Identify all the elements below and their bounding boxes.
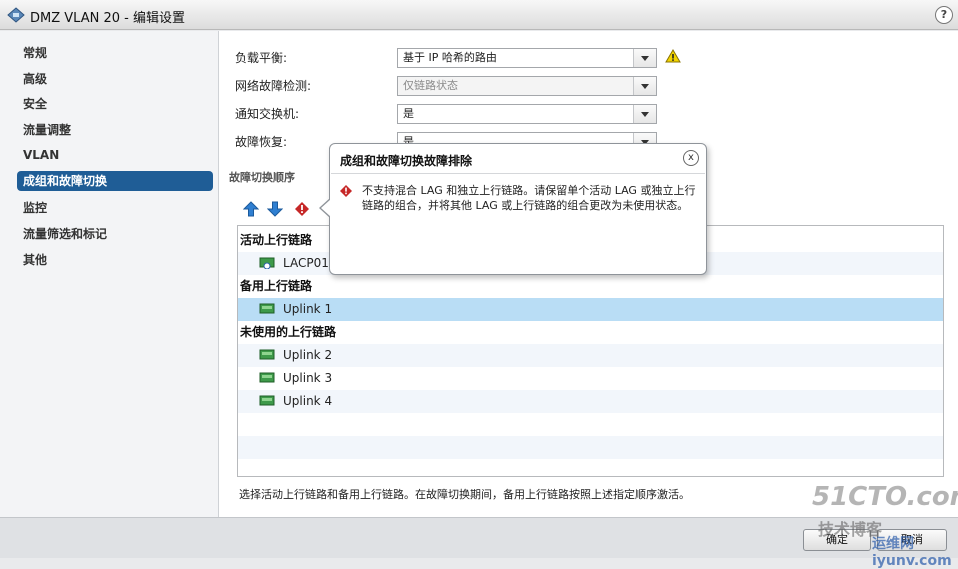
uplink-label: Uplink 2 (283, 348, 333, 362)
watermark-iyunv: 运维网 iyunv.com (872, 536, 952, 569)
notify-switches-select[interactable]: 是 (397, 104, 657, 124)
uplink-label: LACP01 (283, 256, 329, 270)
nav-item-teaming-failover[interactable]: 成组和故障切换 (17, 171, 213, 191)
settings-nav: 常规 高级 安全 流量调整 VLAN 成组和故障切换 监控 流量筛选和标记 其他 (0, 31, 219, 517)
network-adapter-icon (259, 349, 275, 360)
list-item-uplink-3[interactable]: Uplink 3 (238, 367, 943, 390)
group-standby-uplinks: 备用上行链路 (240, 279, 313, 293)
list-item-uplink-1[interactable]: Uplink 1 (238, 298, 943, 321)
popup-divider (331, 173, 705, 174)
uplink-label: Uplink 3 (283, 371, 333, 385)
move-up-icon[interactable] (243, 201, 259, 217)
close-icon[interactable]: x (683, 150, 699, 166)
nav-item-general[interactable]: 常规 (17, 43, 213, 63)
watermark-51cto: 51CTO.com (812, 482, 958, 512)
failover-help-text: 选择活动上行链路和备用上行链路。在故障切换期间，备用上行链路按照上述指定顺序激活… (239, 488, 690, 501)
list-item-uplink-2[interactable]: Uplink 2 (238, 344, 943, 367)
title-bar: DMZ VLAN 20 - 编辑设置 ? (0, 0, 958, 30)
nav-item-traffic-shaping[interactable]: 流量调整 (17, 120, 213, 140)
network-adapter-icon (259, 395, 275, 406)
uplink-label: Uplink 1 (283, 302, 333, 316)
failover-order-title: 故障切换顺序 (229, 171, 295, 184)
load-balancing-label: 负载平衡: (235, 51, 288, 65)
group-active-uplinks: 活动上行链路 (240, 233, 313, 247)
failback-label: 故障恢复: (235, 135, 288, 149)
popup-message: 不支持混合 LAG 和独立上行链路。请保留单个活动 LAG 或独立上行链路的组合… (362, 184, 696, 212)
popup-title: 成组和故障切换故障排除 (340, 154, 473, 168)
load-balancing-value: 基于 IP 哈希的路由 (403, 51, 497, 64)
empty-row (238, 413, 943, 436)
group-unused-uplinks: 未使用的上行链路 (240, 325, 337, 339)
empty-row (238, 436, 943, 459)
dialog-button-bar: 确定 取消 (0, 517, 958, 558)
chevron-down-icon (633, 105, 656, 123)
chevron-down-icon (633, 77, 656, 95)
popup-pointer-fill (321, 199, 331, 217)
nav-item-vlan[interactable]: VLAN (17, 145, 213, 165)
network-adapter-icon (259, 303, 275, 314)
failure-detection-label: 网络故障检测: (235, 79, 312, 93)
failure-detection-select[interactable]: 仅链路状态 (397, 76, 657, 96)
window-title: DMZ VLAN 20 - 编辑设置 (30, 11, 185, 26)
error-icon[interactable] (294, 201, 310, 217)
failure-detection-value: 仅链路状态 (403, 79, 458, 92)
load-balancing-select[interactable]: 基于 IP 哈希的路由 (397, 48, 657, 68)
lag-icon (259, 257, 275, 269)
warning-icon[interactable] (665, 49, 681, 63)
error-icon (340, 185, 352, 197)
help-button[interactable]: ? (935, 6, 953, 24)
move-down-icon[interactable] (267, 201, 283, 217)
nav-item-advanced[interactable]: 高级 (17, 69, 213, 89)
notify-switches-label: 通知交换机: (235, 107, 300, 121)
nav-item-security[interactable]: 安全 (17, 94, 213, 114)
list-item-uplink-4[interactable]: Uplink 4 (238, 390, 943, 413)
network-adapter-icon (259, 372, 275, 383)
chevron-down-icon (633, 49, 656, 67)
nav-item-traffic-filtering[interactable]: 流量筛选和标记 (17, 224, 213, 244)
uplink-label: Uplink 4 (283, 394, 333, 408)
troubleshooting-popup: 成组和故障切换故障排除 x 不支持混合 LAG 和独立上行链路。请保留单个活动 … (319, 143, 707, 275)
distributed-port-group-icon (7, 7, 25, 23)
notify-switches-value: 是 (403, 107, 414, 120)
nav-item-monitoring[interactable]: 监控 (17, 198, 213, 218)
nav-item-miscellaneous[interactable]: 其他 (17, 250, 213, 270)
